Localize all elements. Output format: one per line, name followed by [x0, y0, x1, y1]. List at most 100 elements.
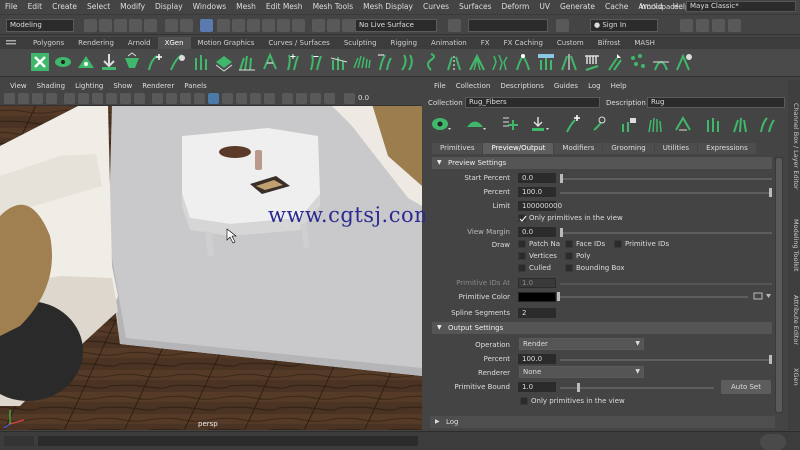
textured-icon[interactable] — [194, 93, 205, 104]
bookmark-icon[interactable] — [32, 93, 43, 104]
primitive-color-slider-handle[interactable] — [557, 292, 560, 301]
operation-dropdown[interactable]: Render ▼ — [519, 338, 644, 350]
lock-guides-icon[interactable] — [618, 114, 638, 134]
groom-add-icon[interactable] — [283, 52, 303, 72]
percent-slider[interactable] — [560, 192, 772, 194]
anti-aliasing-icon[interactable] — [264, 93, 275, 104]
preset-library-icon[interactable] — [122, 52, 142, 72]
export-patches-icon[interactable] — [528, 114, 550, 134]
menu-edit-mesh[interactable]: Edit Mesh — [261, 2, 308, 11]
poly-checkbox[interactable] — [565, 252, 573, 260]
groom-freeze-icon[interactable] — [536, 52, 556, 72]
menu-mesh-display[interactable]: Mesh Display — [358, 2, 418, 11]
menu-surfaces[interactable]: Surfaces — [454, 2, 496, 11]
log-section[interactable]: ▶ Log — [430, 416, 775, 428]
viewport-menu-lighting[interactable]: Lighting — [70, 80, 108, 92]
render-icon[interactable] — [312, 19, 325, 32]
modeling-toolkit-tab[interactable]: Modeling Toolkit — [788, 210, 800, 280]
select-guides-icon[interactable] — [591, 114, 611, 134]
xray-components-icon[interactable] — [324, 93, 335, 104]
shelf-tab-xgen[interactable]: XGen — [157, 37, 191, 49]
groom-density-icon[interactable] — [352, 52, 372, 72]
shelf-tab-mash[interactable]: MASH — [627, 37, 662, 49]
groom-attract-icon[interactable] — [513, 52, 533, 72]
select-object-icon[interactable] — [180, 19, 193, 32]
primitive-bound-field[interactable]: 1.0 — [518, 382, 556, 392]
groom-brush-icon[interactable] — [260, 52, 280, 72]
add-guide-icon[interactable] — [563, 114, 583, 134]
patch-names-checkbox[interactable] — [518, 240, 526, 248]
open-scene-icon[interactable] — [99, 19, 112, 32]
smooth-shade-icon[interactable] — [166, 93, 177, 104]
groom-smooth-icon[interactable] — [398, 52, 418, 72]
isolate-select-icon[interactable] — [282, 93, 293, 104]
viewport-menu-panels[interactable]: Panels — [179, 80, 212, 92]
lights-icon[interactable] — [208, 93, 219, 104]
viewport-menu-renderer[interactable]: Renderer — [137, 80, 179, 92]
layer-grooming-icon[interactable] — [214, 52, 234, 72]
output-percent-slider-handle[interactable] — [769, 355, 772, 364]
resolution-gate-icon[interactable] — [92, 93, 103, 104]
groom-cut-icon[interactable] — [329, 52, 349, 72]
sign-in-button[interactable]: ● Sign In — [590, 19, 658, 32]
redo-icon[interactable] — [144, 19, 157, 32]
select-hierarchy-icon[interactable] — [165, 19, 178, 32]
exposure-value[interactable]: 0.0 — [358, 94, 369, 102]
channel-box-tab[interactable]: Channel Box / Layer Editor — [788, 86, 800, 206]
spline-segments-field[interactable]: 2 — [518, 308, 556, 318]
live-surface-field[interactable]: No Live Surface — [355, 19, 437, 32]
tab-preview-output[interactable]: Preview/Output — [483, 143, 554, 154]
shelf-tab-rigging[interactable]: Rigging — [384, 37, 425, 49]
shadows-icon[interactable] — [222, 93, 233, 104]
menu-edit[interactable]: Edit — [23, 2, 48, 11]
renderer-dropdown[interactable]: None ▼ — [519, 366, 644, 378]
export-collection-icon[interactable] — [99, 52, 119, 72]
field-chart-icon[interactable] — [120, 93, 131, 104]
camera-select-icon[interactable] — [4, 93, 15, 104]
snap-view-icon[interactable] — [262, 19, 275, 32]
groom-sculpt-icon[interactable] — [674, 52, 694, 72]
viewport-menu-shading[interactable]: Shading — [32, 80, 70, 92]
wireframe-icon[interactable] — [152, 93, 163, 104]
menu-file[interactable]: File — [0, 2, 23, 11]
shelf-tab-animation[interactable]: Animation — [424, 37, 474, 49]
primitive-color-slider[interactable] — [560, 296, 748, 298]
primitive-ids-checkbox[interactable] — [614, 240, 622, 248]
new-scene-icon[interactable] — [84, 19, 97, 32]
xgen-tab[interactable]: XGen — [788, 362, 800, 392]
view-margin-slider-handle[interactable] — [560, 228, 563, 237]
camera-attributes-icon[interactable] — [18, 93, 29, 104]
sculpt-guides-icon[interactable] — [168, 52, 188, 72]
shelf-tab-rendering[interactable]: Rendering — [71, 37, 121, 49]
primitive-bound-slider-handle[interactable] — [577, 383, 580, 392]
guide-sculpt-icon[interactable] — [757, 114, 777, 134]
menu-mesh[interactable]: Mesh — [231, 2, 261, 11]
collection-dropdown[interactable]: Rug_Fibers — [465, 97, 600, 108]
start-percent-slider-handle[interactable] — [560, 174, 563, 183]
start-percent-slider[interactable] — [560, 178, 772, 180]
menu-create[interactable]: Create — [47, 2, 82, 11]
snap-grid-icon[interactable] — [217, 19, 230, 32]
interactive-groom-icon[interactable] — [237, 52, 257, 72]
workspace-dropdown[interactable]: Maya Classic* — [686, 1, 796, 12]
input-line-field[interactable] — [468, 19, 548, 32]
exposure-icon[interactable] — [344, 93, 355, 104]
xgen-menu-log[interactable]: Log — [583, 80, 606, 93]
shelf-tab-fx[interactable]: FX — [474, 37, 497, 49]
motion-blur-icon[interactable] — [250, 93, 261, 104]
primitive-ids-at-field[interactable]: 1.0 — [518, 278, 556, 288]
command-line[interactable] — [0, 431, 800, 450]
tab-modifiers[interactable]: Modifiers — [554, 143, 603, 154]
guide-normalize-icon[interactable] — [730, 114, 750, 134]
wireframe-on-shaded-icon[interactable] — [180, 93, 191, 104]
history-icon[interactable] — [292, 19, 305, 32]
grid-icon[interactable] — [64, 93, 75, 104]
rebuild-guides-icon[interactable] — [191, 52, 211, 72]
undo-icon[interactable] — [129, 19, 142, 32]
menu-uv[interactable]: UV — [534, 2, 555, 11]
safe-action-icon[interactable] — [134, 93, 145, 104]
primitive-color-swatch[interactable] — [518, 292, 556, 302]
tool-settings-icon[interactable] — [712, 19, 725, 32]
menu-select[interactable]: Select — [82, 2, 115, 11]
groom-clump-icon[interactable] — [467, 52, 487, 72]
